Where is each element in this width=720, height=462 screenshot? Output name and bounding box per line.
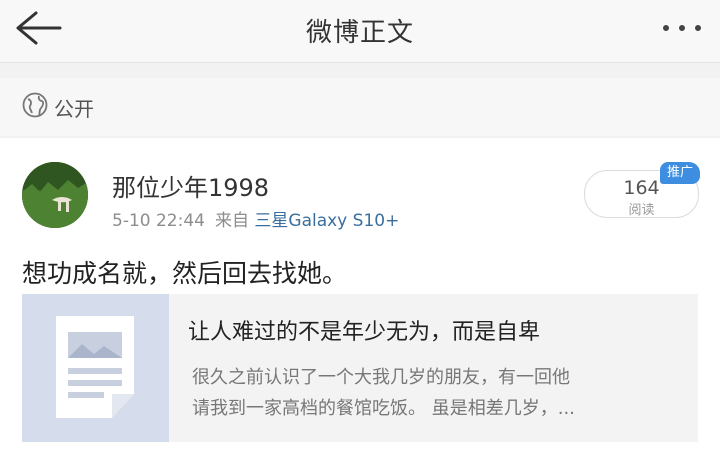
page-title: 微博正文 xyxy=(305,18,414,48)
avatar-image xyxy=(22,162,88,228)
visibility-label: 公开 xyxy=(54,97,94,121)
article-doc-icon xyxy=(56,316,134,418)
article-summary-line: 请我到一家高档的餐馆吃饭。 虽是相差几岁，... xyxy=(192,398,575,419)
article-summary: 很久之前认识了一个大我几岁的朋友，有一回他 请我到一家高档的餐馆吃饭。 虽是相差… xyxy=(192,362,676,424)
views-label: 阅读 xyxy=(628,203,655,218)
article-title: 让人难过的不是年少无为，而是自卑 xyxy=(188,320,541,345)
top-nav-bar: 微博正文 xyxy=(0,0,720,63)
article-card[interactable]: 让人难过的不是年少无为，而是自卑 很久之前认识了一个大我几岁的朋友，有一回他 请… xyxy=(22,294,698,442)
source-prefix: 来自 xyxy=(214,211,249,231)
post-text: 想功成名就，然后回去找她。 xyxy=(22,259,348,288)
visibility-row: 公开 xyxy=(0,78,720,136)
article-summary-line: 很久之前认识了一个大我几岁的朋友，有一回他 xyxy=(192,367,570,388)
username[interactable]: 那位少年1998 xyxy=(112,168,269,203)
device-link[interactable]: 三星Galaxy S10+ xyxy=(254,211,399,231)
article-thumbnail xyxy=(22,294,169,442)
more-dots-icon xyxy=(663,25,701,31)
promo-badge[interactable]: 推广 xyxy=(660,162,700,184)
avatar[interactable] xyxy=(22,162,88,228)
post-card: 那位少年1998 5-10 22:44 来自 三星Galaxy S10+ 164 … xyxy=(0,138,720,462)
more-button[interactable] xyxy=(660,14,704,44)
globe-icon xyxy=(22,92,48,118)
post-time: 5-10 22:44 xyxy=(112,211,205,231)
post-meta: 5-10 22:44 来自 三星Galaxy S10+ xyxy=(112,206,399,231)
